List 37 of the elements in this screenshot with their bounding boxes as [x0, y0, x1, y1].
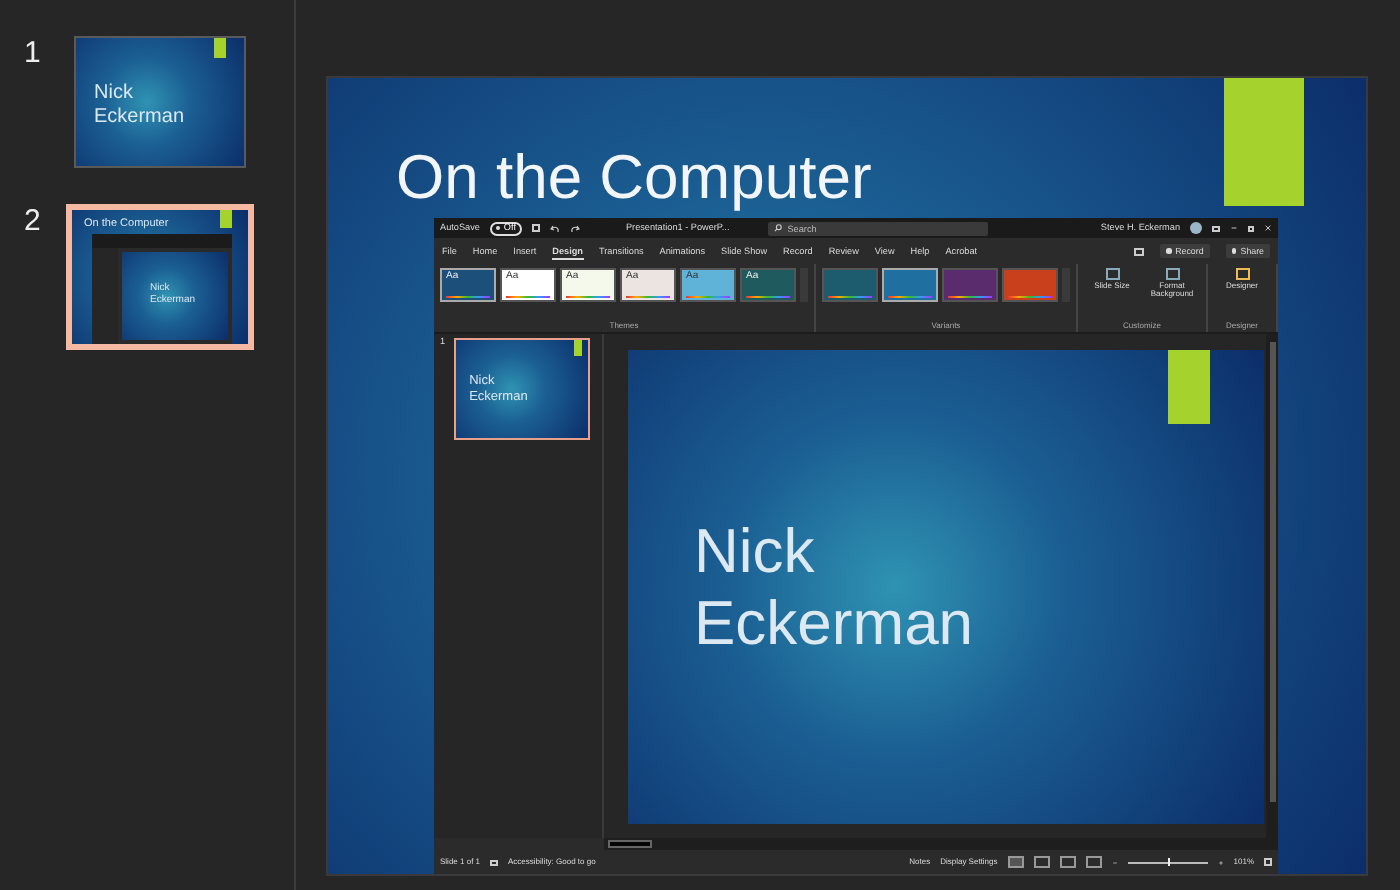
accent-rectangle — [220, 210, 232, 228]
redo-icon[interactable] — [569, 223, 580, 233]
sorter-view-icon[interactable] — [1033, 856, 1050, 868]
accent-rectangle — [214, 38, 226, 58]
notes-page-icon[interactable] — [490, 859, 499, 865]
variant-swatch[interactable] — [1002, 268, 1058, 302]
accent-rectangle — [573, 340, 582, 356]
reading-view-icon[interactable] — [1059, 856, 1076, 868]
normal-view-icon[interactable] — [1007, 856, 1024, 868]
vertical-scrollbar[interactable] — [1266, 334, 1278, 838]
avatar[interactable] — [1190, 222, 1202, 234]
slideshow-view-icon[interactable] — [1085, 856, 1102, 868]
fit-to-window-icon[interactable] — [1264, 858, 1272, 866]
accent-rectangle — [1224, 78, 1304, 206]
undo-icon[interactable] — [549, 223, 560, 233]
slide-thumbnail[interactable]: Nick Eckerman — [74, 36, 246, 168]
variant-swatch[interactable] — [942, 268, 998, 302]
variant-swatch[interactable] — [822, 268, 878, 302]
thumbnail-pane — [92, 248, 118, 344]
minimize-icon[interactable] — [1230, 224, 1238, 232]
variant-swatch[interactable] — [882, 268, 938, 302]
accent-rectangle — [1168, 350, 1210, 424]
horizontal-scrollbar[interactable] — [604, 838, 1278, 850]
slide-text: Nick Eckerman — [694, 515, 974, 659]
slide-number: 2 — [22, 204, 43, 238]
slide-number: 1 — [22, 36, 43, 70]
save-icon[interactable] — [531, 224, 540, 232]
search-icon — [773, 224, 782, 232]
ribbon-bar — [92, 234, 232, 249]
comment-icon[interactable] — [1134, 247, 1145, 255]
restore-icon[interactable] — [1248, 225, 1254, 231]
ribbon-display-icon[interactable] — [1212, 225, 1220, 231]
zoom-out-icon[interactable] — [1111, 859, 1118, 865]
slide-title: On the Computer — [396, 142, 872, 214]
close-icon[interactable] — [1264, 224, 1272, 232]
slide-text: Nick Eckerman — [94, 82, 185, 128]
zoom-in-icon[interactable] — [1217, 859, 1224, 865]
